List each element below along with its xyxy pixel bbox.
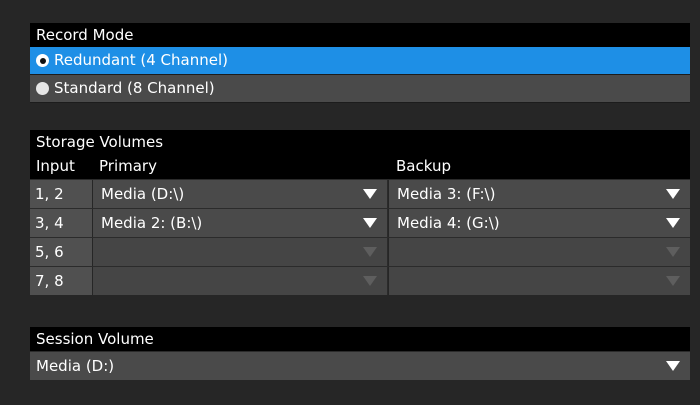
dropdown-arrow-icon — [666, 247, 680, 257]
primary-dropdown-value: Media (D:\) — [101, 185, 185, 203]
input-cell: 1, 2 — [30, 180, 92, 208]
backup-dropdown-disabled — [389, 238, 690, 266]
primary-dropdown-value: Media 2: (B:\) — [101, 214, 203, 232]
radio-redundant-label: Redundant (4 Channel) — [54, 51, 228, 69]
table-row: 3, 4 Media 2: (B:\) Media 4: (G:\) — [30, 208, 690, 237]
column-header-input: Input — [36, 157, 75, 175]
dropdown-arrow-icon — [363, 247, 377, 257]
backup-dropdown-disabled — [389, 267, 690, 295]
table-row: 7, 8 — [30, 266, 690, 295]
table-row: 5, 6 — [30, 237, 690, 266]
dropdown-arrow-icon — [666, 276, 680, 286]
storage-column-headers: Input Primary Backup — [30, 154, 690, 179]
input-cell: 7, 8 — [30, 267, 92, 295]
dropdown-arrow-icon — [666, 361, 680, 371]
dropdown-arrow-icon — [363, 218, 377, 228]
primary-dropdown-disabled — [93, 238, 388, 266]
column-header-backup: Backup — [396, 157, 451, 175]
primary-dropdown-disabled — [93, 267, 388, 295]
dropdown-arrow-icon — [363, 276, 377, 286]
record-mode-panel: Record Mode Redundant (4 Channel) Standa… — [30, 23, 690, 103]
backup-dropdown-value: Media 3: (F:\) — [397, 185, 496, 203]
primary-dropdown[interactable]: Media 2: (B:\) — [93, 209, 388, 237]
backup-dropdown-value: Media 4: (G:\) — [397, 214, 500, 232]
radio-standard[interactable]: Standard (8 Channel) — [30, 75, 690, 103]
column-header-primary: Primary — [99, 157, 157, 175]
radio-standard-label: Standard (8 Channel) — [54, 79, 215, 97]
session-volume-dropdown[interactable]: Media (D:) — [30, 351, 690, 380]
dropdown-arrow-icon — [666, 189, 680, 199]
radio-unselected-icon — [36, 82, 49, 95]
session-volume-title: Session Volume — [30, 327, 690, 351]
dropdown-arrow-icon — [363, 189, 377, 199]
storage-volumes-panel: Storage Volumes Input Primary Backup 1, … — [30, 130, 690, 295]
storage-volumes-title: Storage Volumes — [30, 130, 690, 154]
backup-dropdown[interactable]: Media 4: (G:\) — [389, 209, 690, 237]
primary-dropdown[interactable]: Media (D:\) — [93, 180, 388, 208]
radio-selected-icon — [36, 54, 49, 67]
input-cell: 5, 6 — [30, 238, 92, 266]
table-row: 1, 2 Media (D:\) Media 3: (F:\) — [30, 179, 690, 208]
session-volume-value: Media (D:) — [36, 357, 115, 375]
dropdown-arrow-icon — [666, 218, 680, 228]
radio-redundant[interactable]: Redundant (4 Channel) — [30, 47, 690, 75]
session-volume-panel: Session Volume Media (D:) — [30, 327, 690, 380]
backup-dropdown[interactable]: Media 3: (F:\) — [389, 180, 690, 208]
record-mode-title: Record Mode — [30, 23, 690, 47]
input-cell: 3, 4 — [30, 209, 92, 237]
